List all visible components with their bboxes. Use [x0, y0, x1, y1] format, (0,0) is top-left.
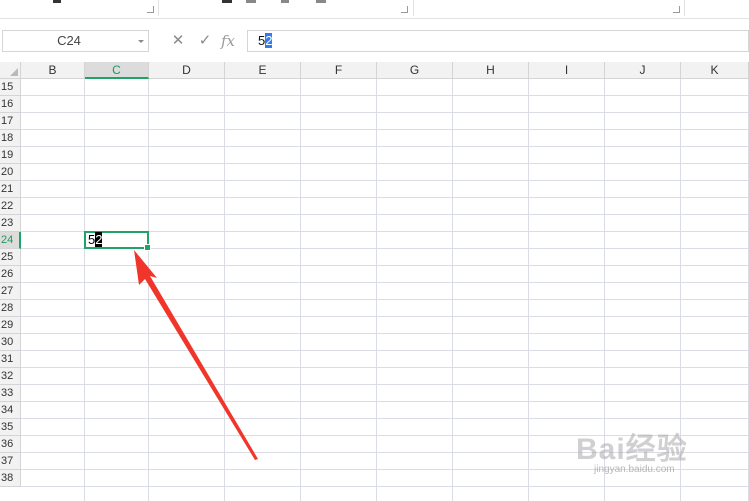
row-header-19[interactable]: 19: [0, 147, 21, 164]
cancel-icon[interactable]: ✕: [168, 30, 188, 52]
column-header-f[interactable]: F: [301, 62, 377, 79]
row-header-16[interactable]: 16: [0, 96, 21, 113]
active-cell-content: 52: [88, 232, 103, 247]
ribbon-divider: [158, 0, 159, 16]
row-header-22[interactable]: 22: [0, 198, 21, 215]
column-header-k[interactable]: K: [681, 62, 749, 79]
row-header-38[interactable]: 38: [0, 470, 21, 487]
row-header-36[interactable]: 36: [0, 436, 21, 453]
select-all-button[interactable]: [0, 62, 21, 79]
row-header-17[interactable]: 17: [0, 113, 21, 130]
grid-row-line: [21, 333, 749, 334]
grid-column-line: [84, 79, 85, 501]
column-header-g[interactable]: G: [377, 62, 453, 79]
ribbon-icon-fragment: [53, 0, 61, 3]
row-header-35[interactable]: 35: [0, 419, 21, 436]
row-header-30[interactable]: 30: [0, 334, 21, 351]
formula-bar: C24 ✕ ✓ fx 52: [0, 28, 749, 58]
cell-text-selected: 2: [95, 232, 103, 247]
column-header-h[interactable]: H: [453, 62, 529, 79]
row-header-26[interactable]: 26: [0, 266, 21, 283]
row-header-25[interactable]: 25: [0, 249, 21, 266]
row-header-20[interactable]: 20: [0, 164, 21, 181]
grid-row-line: [21, 146, 749, 147]
row-header-32[interactable]: 32: [0, 368, 21, 385]
grid-row-line: [21, 282, 749, 283]
row-header-28[interactable]: 28: [0, 300, 21, 317]
row-header-31[interactable]: 31: [0, 351, 21, 368]
column-header-c[interactable]: C: [85, 62, 149, 79]
ribbon-divider: [684, 0, 685, 16]
row-header-24[interactable]: 24: [0, 232, 21, 249]
grid-row-line: [21, 401, 749, 402]
fill-handle[interactable]: [144, 244, 151, 251]
select-all-icon: [10, 68, 18, 76]
column-header-e[interactable]: E: [225, 62, 301, 79]
ribbon-group-launcher[interactable]: [401, 6, 408, 13]
row-header-15[interactable]: 15: [0, 79, 21, 96]
grid-column-line: [148, 79, 149, 501]
spreadsheet-app: C24 ✕ ✓ fx 52 BCDEFGHIJK 15 16 17 18 19 20 21 2…: [0, 0, 749, 501]
ribbon-group-launcher[interactable]: [673, 6, 680, 13]
baidu-jingyan-watermark: Bai经验 jingyan.baidu.com: [572, 420, 742, 490]
grid-row-line: [21, 112, 749, 113]
ribbon-group-launcher[interactable]: [147, 6, 154, 13]
grid-row-line: [21, 316, 749, 317]
ribbon-divider: [413, 0, 414, 16]
row-header-34[interactable]: 34: [0, 402, 21, 419]
column-header-j[interactable]: J: [605, 62, 681, 79]
grid-column-line: [376, 79, 377, 501]
row-header-18[interactable]: 18: [0, 130, 21, 147]
grid-row-line: [21, 384, 749, 385]
grid-row-line: [21, 95, 749, 96]
grid-column-line: [224, 79, 225, 501]
grid-row-line: [21, 180, 749, 181]
grid-row-line: [21, 265, 749, 266]
grid-column-line: [528, 79, 529, 501]
name-box-value: C24: [57, 33, 81, 48]
grid-row-line: [21, 367, 749, 368]
column-header-d[interactable]: D: [149, 62, 225, 79]
grid-row-line: [21, 418, 749, 419]
column-header-i[interactable]: I: [529, 62, 605, 79]
row-header-23[interactable]: 23: [0, 215, 21, 232]
formula-selected-text: 2: [265, 33, 273, 48]
active-cell[interactable]: 52: [84, 231, 151, 251]
formula-input[interactable]: 52: [247, 30, 749, 52]
grid-row-line: [21, 129, 749, 130]
watermark-url: jingyan.baidu.com: [594, 464, 675, 475]
confirm-icon[interactable]: ✓: [195, 30, 215, 52]
row-header-21[interactable]: 21: [0, 181, 21, 198]
grid-row-line: [21, 163, 749, 164]
ribbon-icon-fragment: [316, 0, 326, 3]
grid-row-line: [21, 299, 749, 300]
row-header-37[interactable]: 37: [0, 453, 21, 470]
row-header-29[interactable]: 29: [0, 317, 21, 334]
ribbon-icon-fragment: [246, 0, 256, 3]
column-headers: BCDEFGHIJK: [21, 62, 749, 79]
grid-column-line: [452, 79, 453, 501]
grid-row-line: [21, 197, 749, 198]
column-header-b[interactable]: B: [21, 62, 85, 79]
ribbon-bottom-strip: [0, 0, 749, 19]
ribbon-icon-fragment: [222, 0, 232, 3]
watermark-logo-text: Bai经验: [576, 433, 688, 466]
grid-column-line: [300, 79, 301, 501]
grid-row-line: [21, 214, 749, 215]
row-header-33[interactable]: 33: [0, 385, 21, 402]
name-box[interactable]: C24: [2, 30, 149, 52]
chevron-down-icon[interactable]: [138, 40, 144, 43]
ribbon-icon-fragment: [281, 0, 289, 3]
insert-function-icon[interactable]: fx: [221, 30, 235, 52]
grid-row-line: [21, 350, 749, 351]
row-header-27[interactable]: 27: [0, 283, 21, 300]
